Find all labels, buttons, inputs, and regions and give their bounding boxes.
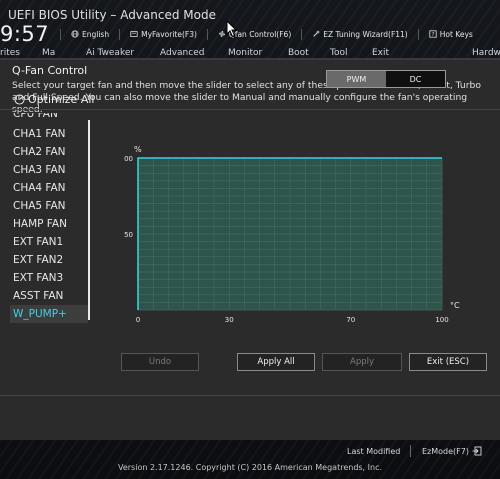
fan-item-asst[interactable]: ASST FAN [10,287,88,305]
hot-keys-button[interactable]: ? Hot Keys [429,30,473,39]
ez-tuning-wizard-button[interactable]: EZ Tuning Wizard(F11) [312,29,408,39]
fan-item-cha2[interactable]: CHA2 FAN [10,143,88,161]
tab-hardware-monitor[interactable]: Hardw [472,48,500,58]
fan-item-ext3[interactable]: EXT FAN3 [10,269,88,287]
wand-icon [313,30,320,37]
mouse-cursor-icon [226,20,238,38]
fan-item-cha5[interactable]: CHA5 FAN [10,197,88,215]
fan-item-cpu[interactable]: CPU FAN [10,113,88,123]
status-bar: Last Modified EzMode(F7) [0,441,500,461]
panel-title: Q-Fan Control [12,64,88,77]
x-tick-label: 30 [225,316,234,324]
x-tick-label: 0 [136,316,140,324]
divider [410,445,411,457]
fan-item-cha1[interactable]: CHA1 FAN [10,125,88,143]
y-axis-label: % [134,145,142,154]
divider [60,28,61,40]
exit-button[interactable]: Exit (ESC) [409,353,487,371]
svg-text:?: ? [431,32,434,38]
fan-list-scrollbar[interactable] [88,120,90,320]
favorite-icon [130,31,138,37]
ezmode-button[interactable]: EzMode(F7) [422,447,469,456]
last-modified-button[interactable]: Last Modified [347,447,400,456]
fan-item-ext1[interactable]: EXT FAN1 [10,233,88,251]
fan-item-cha3[interactable]: CHA3 FAN [10,161,88,179]
fan-item-hamp[interactable]: HAMP FAN [10,215,88,233]
fan-icon [218,31,225,37]
apply-all-button[interactable]: Apply All [237,353,315,371]
divider [301,28,303,40]
divider [206,28,208,40]
tab-monitor[interactable]: Monitor [228,48,262,58]
hot-keys-label: Hot Keys [439,29,473,39]
gauge-icon [14,94,25,105]
tab-advanced[interactable]: Advanced [160,48,204,58]
undo-button[interactable]: Undo [121,353,199,371]
tab-ai-tweaker[interactable]: Ai Tweaker [86,48,134,58]
ez-tuning-wizard-label: EZ Tuning Wizard(F11) [323,29,408,39]
top-toolbar: English MyFavorite(F3) Qfan Control(F6) … [60,27,473,41]
language-button[interactable]: English [71,30,109,39]
clock: 9:57 [0,22,50,46]
optimize-all-button[interactable]: Optimize All [14,93,94,106]
myfavorite-label: MyFavorite(F3) [141,29,197,39]
question-icon: ? [429,30,437,38]
y-tick-label: 50 [124,231,133,239]
divider [0,395,500,396]
fan-curve-chart[interactable]: 0 30 70 100 50 100 % °C [124,86,462,348]
fan-list: CPU FAN CHA1 FAN CHA2 FAN CHA3 FAN CHA4 … [0,113,96,327]
x-tick-label: 70 [346,316,355,324]
dc-option[interactable]: DC [386,71,445,87]
window-title: UEFI BIOS Utility – Advanced Mode [8,8,216,22]
divider [119,28,121,40]
fan-item-ext2[interactable]: EXT FAN2 [10,251,88,269]
x-axis-label: °C [450,301,460,310]
exit-arrow-icon[interactable] [472,446,482,456]
tab-boot[interactable]: Boot [288,48,309,58]
tab-tool[interactable]: Tool [330,48,347,58]
tab-exit[interactable]: Exit [372,48,389,58]
apply-button[interactable]: Apply [322,353,402,371]
globe-icon [71,30,79,38]
myfavorite-button[interactable]: MyFavorite(F3) [130,30,197,39]
qfan-control-label: Qfan Control(F6) [228,29,292,39]
pwm-option[interactable]: PWM [327,71,386,87]
y-tick-label: 100 [124,155,133,163]
optimize-all-label: Optimize All [28,93,95,106]
fan-item-cha4[interactable]: CHA4 FAN [10,179,88,197]
divider [417,28,419,40]
x-tick-label: 100 [435,316,448,324]
language-label: English [82,29,110,39]
tab-favorites[interactable]: rites [0,48,20,58]
version-text: Version 2.17.1246. Copyright (C) 2016 Am… [117,463,383,472]
fan-item-w-pump[interactable]: W_PUMP+ [10,305,88,323]
tab-main[interactable]: Ma [42,48,55,58]
